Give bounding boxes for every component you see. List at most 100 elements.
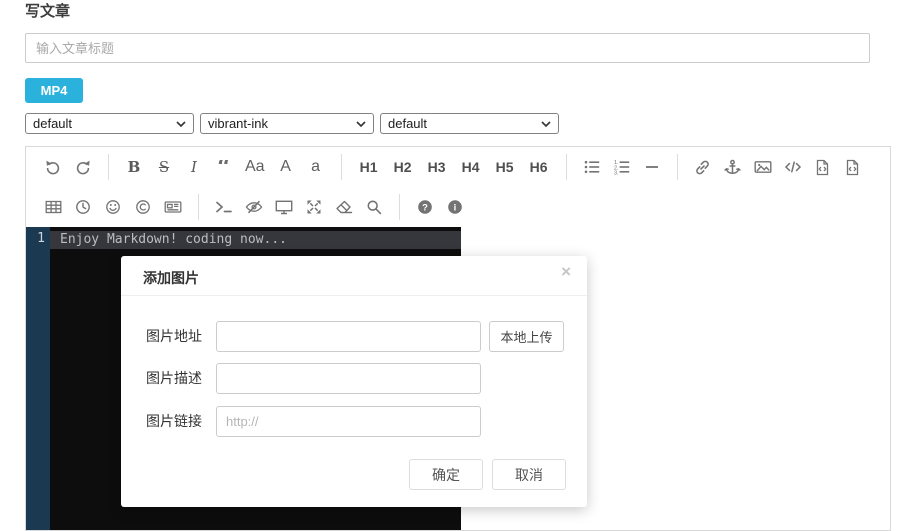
toolbar-strikethrough-button[interactable]: S (155, 153, 173, 181)
toolbar-html-entities-button[interactable] (134, 193, 152, 221)
line-number-gutter: 1 (26, 227, 50, 530)
line-number: 1 (26, 227, 50, 246)
toolbar-redo-button[interactable] (74, 153, 92, 181)
image-icon (754, 159, 772, 175)
codemirror-theme-select[interactable]: vibrant-ink (200, 113, 374, 134)
list-ol-icon: 1.2.3. (614, 159, 630, 175)
toolbar-h3-button[interactable]: H3 (428, 153, 446, 181)
toolbar-code-button[interactable] (784, 153, 802, 181)
pagebreak-icon (164, 199, 182, 215)
image-description-label: 图片描述 (146, 363, 202, 394)
editor-toolbar: BSI“AaAaH1H2H3H4H5H61.2.3. ?i (26, 147, 890, 228)
chevron-down-icon (541, 116, 551, 131)
toolbar-divider (198, 194, 199, 220)
image-url-label: 图片地址 (146, 321, 202, 352)
toolbar-h2-button[interactable]: H2 (394, 153, 412, 181)
horizontal-rule-icon (644, 159, 660, 175)
preview-theme-select[interactable]: default (380, 113, 559, 134)
toolbar-preformatted-text-button[interactable] (814, 153, 832, 181)
undo-icon (45, 159, 61, 175)
toolbar-fullscreen-button[interactable] (305, 193, 323, 221)
editor-active-line[interactable]: Enjoy Markdown! coding now... (50, 231, 461, 249)
image-link-row: 图片链接 (121, 406, 587, 437)
toolbar-uppercase-button[interactable]: A (277, 153, 295, 181)
toolbar-search-button[interactable] (365, 193, 383, 221)
article-title-input[interactable] (25, 33, 870, 63)
table-icon (45, 199, 62, 215)
toolbar-divider (677, 154, 678, 180)
select-value: default (388, 116, 541, 131)
close-icon[interactable]: × (561, 263, 571, 280)
redo-icon (75, 159, 91, 175)
toolbar-emoji-button[interactable] (104, 193, 122, 221)
fullscreen-icon (306, 199, 322, 215)
chevron-down-icon (356, 116, 366, 131)
toolbar-table-button[interactable] (44, 193, 62, 221)
chevron-down-icon (176, 116, 186, 131)
svg-text:3.: 3. (614, 171, 619, 176)
anchor-icon (724, 159, 741, 176)
dialog-header: 添加图片 × (121, 256, 587, 296)
page-title: 写文章 (25, 0, 70, 21)
select-value: default (33, 116, 176, 131)
toolbar-h1-button[interactable]: H1 (360, 153, 378, 181)
info-icon: i (447, 199, 463, 215)
image-link-input[interactable] (216, 406, 481, 437)
toolbar-anchor-button[interactable] (724, 153, 742, 181)
dialog-title: 添加图片 (143, 268, 199, 288)
toolbar-lowercase-button[interactable]: a (307, 153, 325, 181)
mp4-button[interactable]: MP4 (25, 78, 83, 103)
toolbar-goto-line-button[interactable] (215, 193, 233, 221)
toolbar-italic-button[interactable]: I (185, 153, 203, 181)
toolbar-quote-button[interactable]: “ (215, 160, 233, 175)
toolbar-divider (341, 154, 342, 180)
confirm-button[interactable]: 确定 (409, 459, 483, 490)
editor-theme-select[interactable]: default (25, 113, 194, 134)
image-description-input[interactable] (216, 363, 481, 394)
image-description-row: 图片描述 (121, 363, 587, 394)
toolbar-ucwords-button[interactable]: Aa (245, 153, 265, 181)
emoji-icon (105, 199, 121, 215)
add-image-dialog: 添加图片 × 图片地址 本地上传 图片描述 图片链接 确定 取消 (121, 256, 587, 507)
toolbar-help-button[interactable]: ? (416, 193, 434, 221)
help-icon: ? (417, 199, 433, 215)
toolbar-divider (108, 154, 109, 180)
toolbar-info-button[interactable]: i (446, 193, 464, 221)
preview-icon (275, 199, 293, 215)
code-icon (784, 159, 802, 175)
toolbar-divider (399, 194, 400, 220)
toolbar-image-button[interactable] (754, 153, 772, 181)
toolbar-h4-button[interactable]: H4 (462, 153, 480, 181)
html-entities-icon (135, 199, 151, 215)
toolbar-h5-button[interactable]: H5 (496, 153, 514, 181)
toolbar-horizontal-rule-button[interactable] (643, 153, 661, 181)
toolbar-pagebreak-button[interactable] (164, 193, 182, 221)
code-block-icon (845, 159, 860, 176)
toolbar-preview-button[interactable] (275, 193, 293, 221)
search-icon (366, 199, 382, 215)
goto-line-icon (215, 200, 233, 214)
list-ul-icon (584, 159, 600, 175)
toolbar-link-button[interactable] (694, 153, 712, 181)
local-upload-button[interactable]: 本地上传 (489, 321, 564, 352)
toolbar-undo-button[interactable] (44, 153, 62, 181)
toolbar-list-ul-button[interactable] (583, 153, 601, 181)
cancel-button[interactable]: 取消 (492, 459, 566, 490)
image-url-row: 图片地址 本地上传 (121, 321, 587, 352)
image-url-input[interactable] (216, 321, 481, 352)
select-value: vibrant-ink (208, 116, 356, 131)
toolbar-clear-button[interactable] (335, 193, 353, 221)
toolbar-list-ol-button[interactable]: 1.2.3. (613, 153, 631, 181)
toolbar-bold-button[interactable]: B (125, 153, 143, 181)
toolbar-code-block-button[interactable] (844, 153, 862, 181)
datetime-icon (75, 199, 91, 215)
toolbar-row2: ?i (26, 187, 890, 227)
watch-icon (245, 199, 263, 215)
svg-text:i: i (454, 203, 457, 214)
image-link-label: 图片链接 (146, 406, 202, 437)
toolbar-divider (566, 154, 567, 180)
toolbar-h6-button[interactable]: H6 (530, 153, 548, 181)
clear-icon (335, 200, 353, 215)
toolbar-datetime-button[interactable] (74, 193, 92, 221)
toolbar-watch-button[interactable] (245, 193, 263, 221)
